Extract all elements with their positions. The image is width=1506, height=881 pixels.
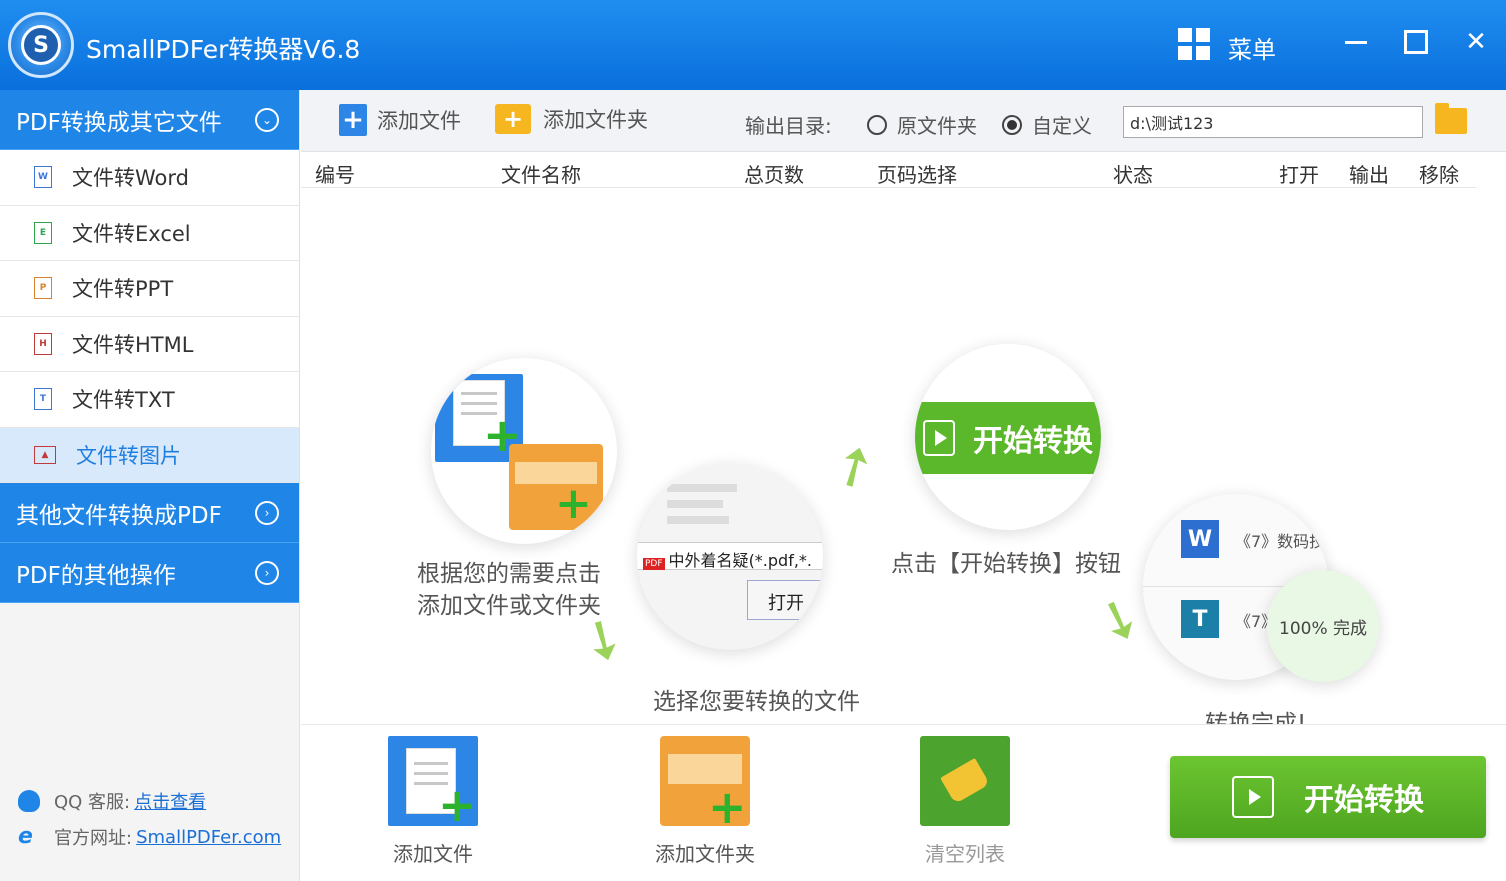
maximize-button[interactable] [1396, 22, 1436, 62]
add-file-large-icon: + [388, 736, 478, 832]
title-bar: S SmallPDFer转换器V6.8 菜单 ✕ [0, 0, 1506, 90]
sidebar-category-label: PDF的其他操作 [16, 562, 176, 589]
radio-original-label: 原文件夹 [897, 114, 977, 138]
column-header-filename: 文件名称 [501, 163, 581, 187]
sidebar-item-label: 文件转Word [72, 166, 189, 191]
arrow-icon: ➘ [1087, 582, 1152, 657]
dialog-filename: 中外着名疑 [668, 551, 749, 570]
sidebar-item-label: 文件转PPT [72, 277, 174, 302]
txt-file-icon: T [34, 388, 52, 411]
qq-support-row: QQ 客服: 点击查看 [18, 788, 206, 814]
start-convert-button[interactable]: 开始转换 [1170, 756, 1486, 838]
column-header-status: 状态 [1113, 163, 1153, 187]
step2-text: 选择您要转换的文件 [653, 689, 860, 715]
word-file-icon: W [34, 166, 52, 189]
bottom-add-folder-label: 添加文件夹 [655, 842, 755, 866]
radio-off-icon [867, 114, 887, 135]
add-folder-button[interactable]: + 添加文件夹 [495, 104, 648, 134]
arrow-icon: ➚ [818, 426, 889, 505]
sidebar-item-to-word[interactable]: W 文件转Word [0, 150, 299, 206]
chevron-down-icon: ⌄ [255, 108, 279, 132]
add-file-icon: + [339, 104, 367, 136]
minimize-button[interactable] [1336, 22, 1376, 62]
sidebar-item-to-txt[interactable]: T 文件转TXT [0, 372, 299, 428]
website-label: 官方网址: [54, 828, 133, 849]
column-header-open: 打开 [1279, 163, 1319, 187]
qq-icon [18, 790, 40, 812]
bottom-clear-list-label: 清空列表 [925, 842, 1005, 866]
radio-custom-folder[interactable]: 自定义 [1002, 110, 1092, 139]
add-folder-label: 添加文件夹 [543, 108, 648, 132]
bottom-add-file-button[interactable]: + 添加文件 [387, 736, 479, 867]
column-header-index: 编号 [315, 163, 355, 187]
column-header-pages: 总页数 [744, 163, 804, 187]
column-header-page-select: 页码选择 [877, 163, 957, 187]
sidebar-category-label: 其他文件转换成PDF [16, 502, 222, 529]
website-row: e 官方网址: SmallPDFer.com [18, 824, 281, 850]
add-file-label: 添加文件 [377, 109, 461, 133]
sidebar-category-other-to-pdf[interactable]: 其他文件转换成PDF › [0, 483, 299, 543]
bottom-add-folder-button[interactable]: + 添加文件夹 [653, 736, 757, 867]
sidebar-item-label: 文件转TXT [72, 388, 175, 413]
radio-original-folder[interactable]: 原文件夹 [867, 110, 977, 139]
qq-support-label: QQ 客服: [54, 792, 131, 813]
step3-start-label: 开始转换 [973, 424, 1093, 459]
image-file-icon: ▲ [34, 445, 56, 464]
excel-file-icon: E [34, 221, 52, 244]
sidebar-item-to-ppt[interactable]: P 文件转PPT [0, 261, 299, 317]
column-header-output: 输出 [1349, 163, 1389, 187]
close-button[interactable]: ✕ [1456, 22, 1496, 62]
sidebar-category-label: PDF转换成其它文件 [16, 109, 222, 136]
done-status-text: 100% 完成 [1279, 619, 1368, 639]
step4-text: 转换完成! [1205, 711, 1307, 725]
html-file-icon: H [34, 332, 52, 355]
radio-custom-label: 自定义 [1032, 114, 1092, 138]
sidebar-item-to-excel[interactable]: E 文件转Excel [0, 205, 299, 261]
column-header-remove: 移除 [1419, 163, 1459, 187]
sidebar-item-label: 文件转图片 [76, 443, 181, 468]
sidebar-item-to-image[interactable]: ▲ 文件转图片 [0, 427, 299, 483]
chevron-right-icon: › [255, 561, 279, 585]
step2-illustration: PDF 中外着名疑(*.pdf,*. 打开 [637, 464, 823, 650]
menu-button[interactable]: 菜单 [1228, 30, 1276, 65]
step1-text: 根据您的需要点击 添加文件或文件夹 [417, 561, 601, 619]
dialog-filter: (*.pdf,*. [748, 551, 813, 570]
sidebar-category-pdf-other-ops[interactable]: PDF的其他操作 › [0, 543, 299, 603]
done-item-1: 《7》数码技 [1235, 532, 1326, 551]
step1-illustration: + + [431, 358, 617, 544]
add-folder-icon: + [495, 104, 531, 134]
start-convert-label: 开始转换 [1304, 783, 1424, 818]
chevron-right-icon: › [255, 501, 279, 525]
done-status-bubble: 100% 完成 [1267, 570, 1379, 682]
bottom-add-file-label: 添加文件 [393, 842, 473, 866]
browse-folder-icon[interactable] [1435, 103, 1467, 134]
sidebar-category-pdf-to-other[interactable]: PDF转换成其它文件 ⌄ [0, 90, 299, 150]
sidebar-item-label: 文件转HTML [72, 332, 194, 357]
app-title: SmallPDFer转换器V6.8 [86, 35, 361, 64]
browser-icon: e [18, 824, 33, 849]
usage-guide: + + 根据您的需要点击 添加文件或文件夹 ➘ PDF 中外着名疑(*.pdf,*… [301, 188, 1506, 725]
website-link[interactable]: SmallPDFer.com [136, 827, 281, 848]
radio-on-icon [1002, 114, 1022, 135]
dialog-open-button: 打开 [747, 580, 823, 620]
file-table-header: 编号 文件名称 总页数 页码选择 状态 打开 输出 移除 [301, 152, 1476, 188]
app-logo-icon: S [8, 12, 74, 78]
step3-illustration: 开始转换 [915, 344, 1101, 530]
bottom-clear-list-button[interactable]: 清空列表 [919, 736, 1011, 867]
sidebar-item-to-html[interactable]: H 文件转HTML [0, 316, 299, 372]
sidebar-item-label: 文件转Excel [72, 221, 191, 246]
play-icon [1232, 776, 1274, 818]
toolbar: + 添加文件 + 添加文件夹 输出目录: 原文件夹 自定义 [301, 90, 1506, 152]
output-dir-label: 输出目录: [745, 114, 832, 138]
qq-support-link[interactable]: 点击查看 [134, 788, 206, 814]
bottom-action-bar: + 添加文件 + 添加文件夹 清空列表 开始转换 [301, 726, 1506, 881]
menu-grid-icon[interactable] [1178, 28, 1210, 60]
sidebar: PDF转换成其它文件 ⌄ W 文件转Word E 文件转Excel P 文件转P… [0, 90, 300, 881]
ppt-file-icon: P [34, 277, 52, 300]
step3-text: 点击【开始转换】按钮 [891, 551, 1121, 577]
add-folder-large-icon: + [660, 736, 750, 834]
broom-icon [920, 736, 1010, 826]
output-path-input[interactable] [1123, 106, 1423, 138]
add-file-button[interactable]: + 添加文件 [339, 104, 461, 136]
